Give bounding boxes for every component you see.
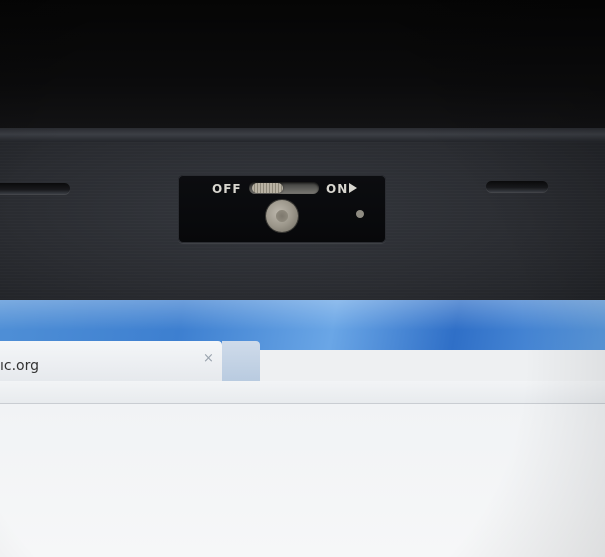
webcam-lens-cover xyxy=(266,200,298,232)
webcam-shutter-panel: OFF ON xyxy=(178,175,386,243)
shutter-slider-knob[interactable] xyxy=(252,183,283,193)
laptop-webcam-photo: OFF ON ıc.org × xyxy=(0,0,605,557)
speaker-slot-right xyxy=(486,181,548,192)
bezel-top-edge xyxy=(0,128,605,142)
shutter-slider[interactable] xyxy=(249,182,319,194)
close-icon[interactable]: × xyxy=(203,351,214,366)
dark-background xyxy=(0,0,605,140)
camera-indicator-led xyxy=(356,210,364,218)
tab-title: ıc.org xyxy=(0,358,39,374)
lens-mark-icon xyxy=(275,209,289,223)
browser-toolbar xyxy=(0,381,605,404)
triangle-right-icon xyxy=(349,183,357,193)
browser-content-area xyxy=(0,404,605,557)
shutter-off-label: OFF xyxy=(212,182,242,196)
browser-tab[interactable]: ıc.org × xyxy=(0,341,222,381)
new-tab-button[interactable] xyxy=(222,341,260,381)
shutter-on-label: ON xyxy=(326,182,349,196)
speaker-slot-left xyxy=(0,183,70,194)
